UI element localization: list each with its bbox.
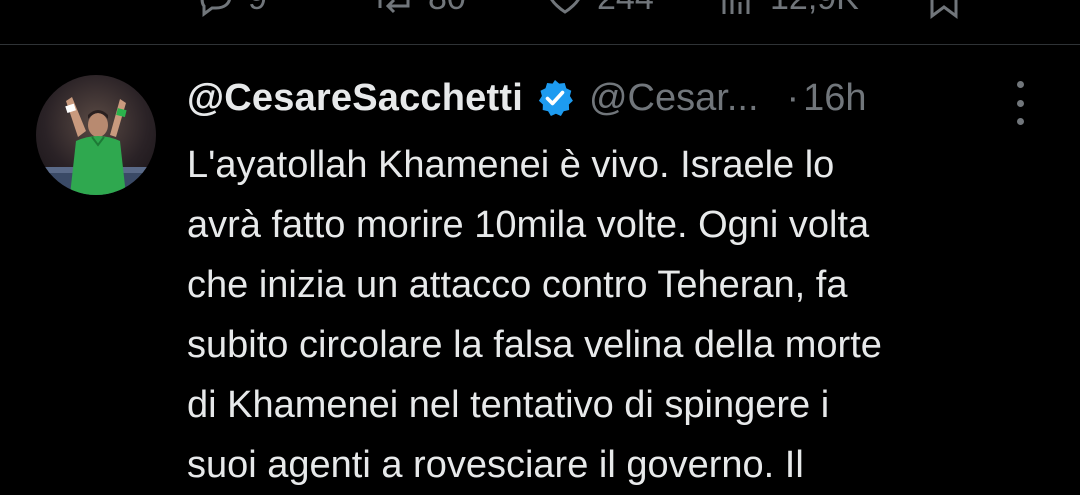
user-handle[interactable]: @Cesar... — [589, 77, 759, 120]
reply-icon — [200, 0, 231, 17]
like-count: 244 — [597, 0, 654, 18]
view-count: 12,9K — [770, 0, 859, 18]
tweet-text-line: subito circolare la falsa velina della m… — [187, 324, 882, 366]
previous-tweet-actions: 9 80 244 12,9K — [0, 0, 1080, 20]
retweet-icon — [378, 0, 410, 14]
tweet-text: L'ayatollah Khamenei è vivo. Israele lo … — [187, 135, 1057, 495]
verified-badge-icon — [535, 78, 575, 118]
tweet-text-line: che inizia un attacco contro Teheran, fa — [187, 264, 848, 306]
heart-icon — [550, 0, 580, 14]
reply-action[interactable]: 9 — [196, 0, 267, 18]
tweet-text-line: avrà fatto morire 10mila volte. Ogni vol… — [187, 204, 870, 246]
avatar[interactable] — [36, 75, 156, 195]
avatar-image — [36, 97, 156, 195]
reply-count: 9 — [248, 0, 267, 18]
tweet-text-line: L'ayatollah Khamenei è vivo. Israele lo — [187, 144, 835, 186]
bookmark-icon — [930, 0, 958, 19]
bookmark-action[interactable] — [924, 0, 964, 20]
tweet-timestamp[interactable]: 16h — [803, 77, 866, 120]
tweet[interactable]: @CesareSacchetti @Cesar... · 16h L'ayato… — [0, 45, 1080, 486]
retweet-action[interactable]: 80 — [372, 0, 466, 18]
display-name[interactable]: @CesareSacchetti — [187, 77, 523, 120]
tweet-text-line: suoi agenti a rovesciare il governo. Il — [187, 444, 804, 486]
more-vertical-icon[interactable] — [1006, 81, 1034, 125]
like-action[interactable]: 244 — [545, 0, 654, 18]
header-separator: · — [786, 76, 800, 119]
views-chart-icon — [722, 0, 750, 14]
retweet-count: 80 — [428, 0, 466, 18]
tweet-header: @CesareSacchetti @Cesar... · 16h — [187, 73, 867, 123]
tweet-text-line: di Khamenei nel tentativo di spingere i — [187, 384, 830, 426]
views-action[interactable]: 12,9K — [718, 0, 859, 18]
